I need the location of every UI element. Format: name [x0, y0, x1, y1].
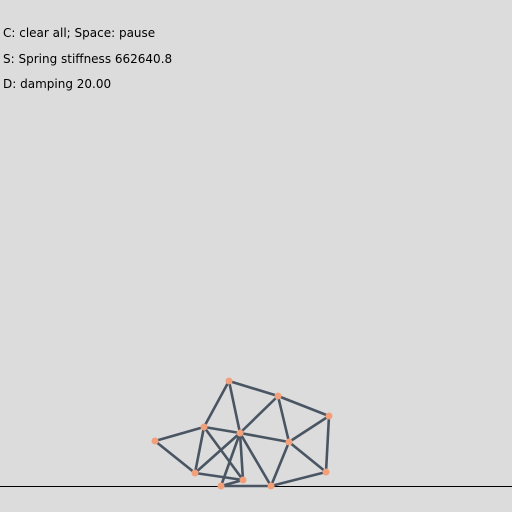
spring-2: [227, 379, 242, 435]
spring-15: [238, 431, 245, 482]
mass-point-9[interactable]: [217, 482, 225, 490]
mass-point-1[interactable]: [274, 392, 282, 400]
mass-point-3[interactable]: [151, 437, 159, 445]
mass-point-5[interactable]: [236, 429, 244, 437]
mass-point-11[interactable]: [322, 468, 330, 476]
spring-1: [202, 379, 231, 429]
mass-point-8[interactable]: [239, 476, 247, 484]
spring-10: [202, 425, 242, 435]
mass-point-4[interactable]: [200, 423, 208, 431]
spring-7: [324, 414, 331, 474]
spring-6: [287, 414, 331, 444]
spring-3: [276, 394, 331, 418]
mass-point-10[interactable]: [267, 482, 275, 490]
mass-point-2[interactable]: [325, 412, 333, 420]
spring-0: [227, 379, 280, 398]
mass-point-7[interactable]: [191, 469, 199, 477]
spring-5: [276, 394, 291, 444]
mass-point-6[interactable]: [285, 438, 293, 446]
spring-22: [269, 470, 328, 488]
spring-20: [193, 471, 245, 482]
spring-19: [287, 440, 328, 474]
mass-point-0[interactable]: [225, 377, 233, 385]
simulation-canvas[interactable]: [0, 0, 512, 512]
spring-13: [238, 431, 291, 444]
spring-18: [269, 440, 291, 488]
simulation-window[interactable]: C: clear all; Space: pause S: Spring sti…: [0, 0, 512, 512]
spring-4: [238, 394, 280, 435]
spring-8: [153, 425, 206, 443]
spring-9: [153, 439, 197, 475]
